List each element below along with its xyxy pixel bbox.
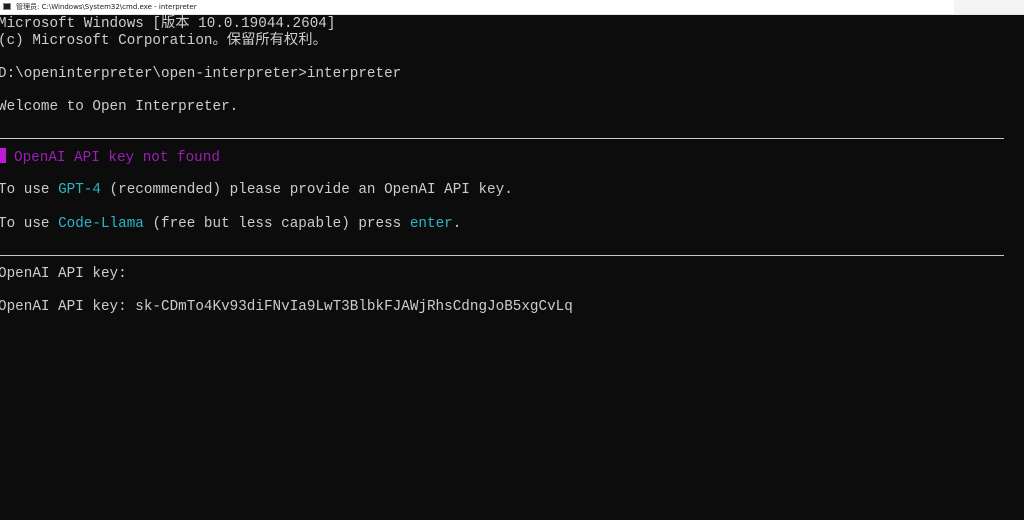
os-version-line: Microsoft Windows [版本 10.0.19044.2604] <box>0 16 336 32</box>
gpt4-suffix: (recommended) please provide an OpenAI A… <box>100 182 513 198</box>
divider-top <box>0 138 1004 139</box>
window-controls[interactable] <box>954 0 1024 14</box>
copyright-line: (c) Microsoft Corporation。保留所有权利。 <box>0 33 327 49</box>
api-key-prompt: OpenAI API key: <box>0 266 127 282</box>
code-llama-line: To use Code-Llama (free but less capable… <box>0 215 461 233</box>
warning-marker <box>0 148 6 163</box>
title-bar[interactable]: 管理员: C:\Windows\System32\cmd.exe - inter… <box>0 0 1024 15</box>
window-title: 管理员: C:\Windows\System32\cmd.exe - inter… <box>16 3 197 11</box>
cmd-icon <box>3 3 11 10</box>
command-prompt-line: D:\openinterpreter\open-interpreter>inte… <box>0 66 402 82</box>
welcome-line: Welcome to Open Interpreter. <box>0 99 239 115</box>
gpt4-line: To use GPT-4 (recommended) please provid… <box>0 181 513 199</box>
llama-middle: (free but less capable) press <box>143 216 410 232</box>
llama-model: Code-Llama <box>58 216 144 232</box>
enter-key: enter <box>409 216 453 232</box>
api-key-input-line[interactable]: OpenAI API key: sk-CDmTo4Kv93diFNvIa9LwT… <box>0 298 573 316</box>
divider-bottom <box>0 255 1004 256</box>
warning-text: OpenAI API key not found <box>14 150 220 166</box>
gpt4-prefix: To use <box>0 182 59 198</box>
warning-line: OpenAI API key not found <box>0 148 220 166</box>
llama-suffix: . <box>452 216 462 232</box>
gpt4-model: GPT-4 <box>58 182 101 198</box>
terminal-window: 管理员: C:\Windows\System32\cmd.exe - inter… <box>0 0 1024 520</box>
console-output[interactable]: Microsoft Windows [版本 10.0.19044.2604] (… <box>0 14 1024 520</box>
llama-prefix: To use <box>0 216 59 232</box>
